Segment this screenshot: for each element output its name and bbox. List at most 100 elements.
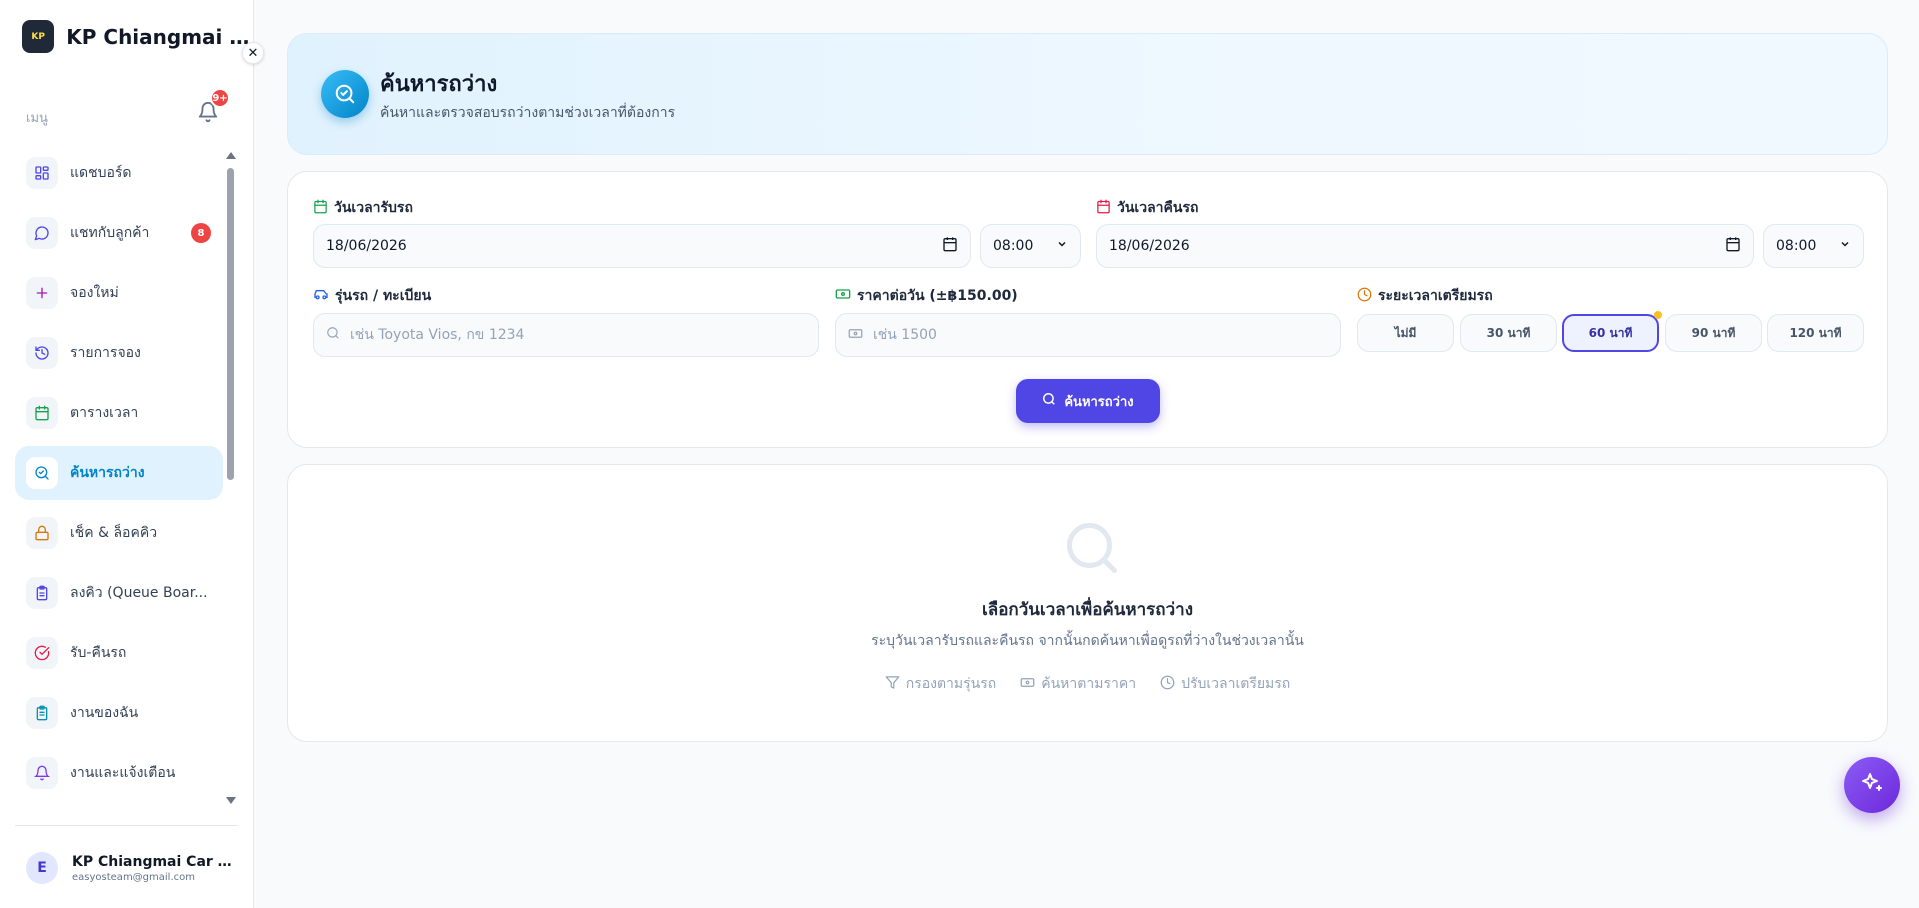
page-title: ค้นหารถว่าง (380, 72, 498, 97)
bell-icon (26, 757, 58, 789)
calendar-picker-icon[interactable] (942, 236, 958, 256)
calendar-icon (1096, 199, 1111, 218)
user-email: easyosteam@gmail.com (72, 871, 195, 883)
grid-icon (26, 157, 58, 189)
return-time-select[interactable]: 08:00 (1763, 224, 1864, 268)
sparkles-icon (1860, 771, 1884, 799)
sidebar-item-my-tasks[interactable]: งานของฉัน (15, 686, 223, 740)
return-date-input[interactable]: 18/06/2026 (1096, 224, 1754, 268)
sidebar-item-tasks-notifications[interactable]: งานและแจ้งเตือน (15, 746, 223, 800)
notification-badge: 9+ (210, 88, 230, 108)
price-input[interactable]: เช่น 1500 (835, 313, 1341, 357)
sidebar-item-chat[interactable]: แชทกับลูกค้า 8 (15, 206, 223, 260)
search-check-icon (26, 457, 58, 489)
hint-label: ค้นหาตามราคา (1041, 676, 1137, 692)
scroll-up-arrow-icon[interactable] (226, 152, 236, 159)
clock-icon (1160, 675, 1175, 694)
search-icon (326, 326, 340, 344)
price-label-text: ราคาต่อวัน (±฿150.00) (857, 288, 1018, 304)
results-empty-state: เลือกวันเวลาเพื่อค้นหารถว่าง ระบุวันเวลา… (287, 464, 1888, 742)
pickup-date-input[interactable]: 18/06/2026 (313, 224, 971, 268)
model-label-text: รุ่นรถ / ทะเบียน (335, 288, 432, 304)
clock-icon (1357, 287, 1372, 306)
chevron-down-icon (1056, 238, 1068, 254)
sidebar: KP KP Chiangmai Car ... เมนู 9+ แดชบอร์ด… (0, 0, 254, 908)
return-time-value: 08:00 (1776, 238, 1817, 254)
pickup-label: วันเวลารับรถ (313, 197, 413, 219)
sidebar-item-label: รับ-คืนรถ (70, 645, 127, 661)
hint-prep-time: ปรับเวลาเตรียมรถ (1160, 673, 1290, 695)
pickup-label-text: วันเวลารับรถ (334, 200, 413, 216)
sidebar-nav: แดชบอร์ด แชทกับลูกค้า 8 จองใหม่ รายการจอ… (15, 146, 223, 806)
prep-option-90[interactable]: 90 นาที (1665, 314, 1762, 352)
history-icon (26, 337, 58, 369)
price-label: ราคาต่อวัน (±฿150.00) (835, 285, 1018, 307)
sidebar-item-bookings[interactable]: รายการจอง (15, 326, 223, 380)
prep-option-60[interactable]: 60 นาที (1562, 314, 1659, 352)
sidebar-item-label: งานของฉัน (70, 705, 139, 721)
selected-indicator-dot (1654, 311, 1662, 319)
hint-search-price: ค้นหาตามราคา (1020, 673, 1136, 695)
close-icon: ✕ (247, 45, 259, 61)
calendar-icon (26, 397, 58, 429)
sidebar-item-label: งานและแจ้งเตือน (70, 765, 176, 781)
model-search-input[interactable]: เช่น Toyota Vios, กข 1234 (313, 313, 819, 357)
search-form: วันเวลารับรถ 18/06/2026 08:00 วันเวลาคืน… (287, 171, 1888, 448)
pickup-time-select[interactable]: 08:00 (980, 224, 1081, 268)
sidebar-item-new-booking[interactable]: จองใหม่ (15, 266, 223, 320)
divider (15, 825, 238, 826)
sidebar-item-label: จองใหม่ (70, 285, 119, 301)
price-placeholder: เช่น 1500 (873, 327, 937, 343)
scroll-down-arrow-icon[interactable] (226, 797, 236, 804)
empty-state-hints: กรองตามรุ่นรถ ค้นหาตามราคา ปรับเวลาเตรีย… (288, 673, 1887, 695)
check-circle-icon (26, 637, 58, 669)
calendar-picker-icon[interactable] (1725, 236, 1741, 256)
brand-name: KP Chiangmai Car ... (66, 24, 252, 49)
prep-option-none[interactable]: ไม่มี (1357, 314, 1454, 352)
prep-time-label: ระยะเวลาเตรียมรถ (1357, 285, 1493, 307)
ai-assistant-button[interactable] (1844, 757, 1900, 813)
page-header: ค้นหารถว่าง ค้นหาและตรวจสอบรถว่างตามช่วง… (287, 33, 1888, 155)
car-icon (313, 286, 329, 306)
clipboard-icon (26, 577, 58, 609)
pickup-time-value: 08:00 (993, 238, 1034, 254)
banknote-icon (1020, 675, 1035, 694)
sidebar-item-dashboard[interactable]: แดชบอร์ด (15, 146, 223, 200)
sidebar-scroll-thumb[interactable] (227, 168, 234, 480)
lock-icon (26, 517, 58, 549)
banknote-icon (848, 326, 863, 345)
sidebar-item-schedule[interactable]: ตารางเวลา (15, 386, 223, 440)
sidebar-item-check-lock-queue[interactable]: เช็ค & ล็อคคิว (15, 506, 223, 560)
search-icon (1062, 518, 1122, 582)
prep-option-30[interactable]: 30 นาที (1460, 314, 1557, 352)
prep-option-120[interactable]: 120 นาที (1767, 314, 1864, 352)
close-sidebar-button[interactable]: ✕ (242, 42, 264, 64)
return-label-text: วันเวลาคืนรถ (1117, 200, 1199, 216)
clipboard-list-icon (26, 697, 58, 729)
search-button-label: ค้นหารถว่าง (1064, 394, 1134, 410)
search-available-button[interactable]: ค้นหารถว่าง (1016, 379, 1160, 423)
return-label: วันเวลาคืนรถ (1096, 197, 1198, 219)
brand[interactable]: KP KP Chiangmai Car ... (22, 20, 252, 53)
chevron-down-icon (1839, 238, 1851, 254)
chat-icon (26, 217, 58, 249)
banknote-icon (835, 286, 851, 306)
model-search-placeholder: เช่น Toyota Vios, กข 1234 (350, 327, 525, 343)
return-date-value: 18/06/2026 (1109, 238, 1190, 254)
user-profile[interactable]: E KP Chiangmai Car Re... easyosteam@gmai… (26, 852, 236, 884)
empty-state-subtitle: ระบุวันเวลารับรถและคืนรถ จากนั้นกดค้นหาเ… (871, 633, 1304, 649)
chat-unread-badge: 8 (191, 223, 211, 243)
sidebar-item-label: เช็ค & ล็อคคิว (70, 525, 158, 541)
search-icon (1042, 392, 1056, 410)
menu-label: เมนู (26, 111, 48, 126)
sidebar-item-label: แชทกับลูกค้า (70, 225, 150, 241)
filter-icon (885, 675, 900, 694)
hint-label: ปรับเวลาเตรียมรถ (1181, 676, 1291, 692)
model-label: รุ่นรถ / ทะเบียน (313, 285, 431, 307)
sidebar-item-label: ลงคิว (Queue Boar... (70, 585, 208, 601)
hint-filter-model: กรองตามรุ่นรถ (885, 673, 996, 695)
sidebar-item-queue-board[interactable]: ลงคิว (Queue Boar... (15, 566, 223, 620)
sidebar-item-search-available[interactable]: ค้นหารถว่าง (15, 446, 223, 500)
empty-state-title: เลือกวันเวลาเพื่อค้นหารถว่าง (981, 600, 1193, 620)
sidebar-item-pickup-return[interactable]: รับ-คืนรถ (15, 626, 223, 680)
